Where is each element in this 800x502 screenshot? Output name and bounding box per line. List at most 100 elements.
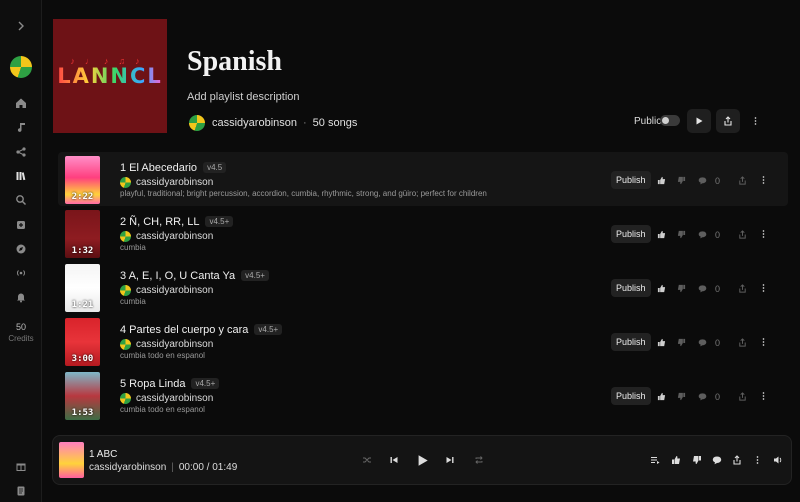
song-row[interactable]: 1:53 5 Ropa Linda v4.5+ cassidyarobinson cum… (58, 368, 788, 422)
share-icon[interactable] (736, 174, 748, 186)
now-playing-meta: cassidyarobinson | 00:00 / 01:49 (89, 462, 237, 473)
search-icon[interactable] (0, 189, 42, 211)
notifications-bell-icon[interactable] (0, 286, 42, 308)
more-options-icon[interactable] (748, 114, 762, 128)
owner-avatar[interactable] (189, 115, 205, 131)
song-title-line: 4 Partes del cuerpo y cara v4.5+ (120, 324, 283, 336)
page-title[interactable]: Spanish (187, 46, 282, 78)
like-icon[interactable] (655, 390, 667, 402)
song-thumbnail[interactable]: 1:32 (65, 210, 100, 258)
publish-button[interactable]: Publish (611, 333, 651, 351)
more-options-icon[interactable] (757, 228, 769, 240)
song-artist[interactable]: cassidyarobinson (136, 339, 213, 350)
song-artist[interactable]: cassidyarobinson (136, 177, 213, 188)
song-thumbnail[interactable]: 1:53 (65, 372, 100, 420)
expand-sidebar-icon[interactable] (0, 15, 42, 37)
version-badge: v4.5+ (254, 324, 283, 335)
now-playing-thumbnail[interactable] (59, 442, 84, 478)
share-icon[interactable] (736, 390, 748, 402)
artist-avatar[interactable] (120, 285, 131, 296)
owner-name[interactable]: cassidyarobinson (212, 117, 297, 129)
total-time: 01:49 (212, 462, 238, 473)
artist-avatar[interactable] (120, 339, 131, 350)
public-label: Public (634, 116, 662, 127)
play-icon (696, 117, 703, 125)
song-thumbnail[interactable]: 2:22 (65, 156, 100, 204)
publish-button[interactable]: Publish (611, 225, 651, 243)
radio-broadcast-icon[interactable] (0, 262, 42, 284)
music-note-icon[interactable] (0, 116, 42, 138)
dislike-icon[interactable] (675, 174, 687, 186)
comment-icon[interactable] (696, 174, 708, 186)
now-playing-title[interactable]: 1 ABC (89, 449, 117, 460)
artist-avatar[interactable] (120, 393, 131, 404)
more-options-icon[interactable] (757, 390, 769, 402)
like-icon[interactable] (655, 228, 667, 240)
song-row[interactable]: 1:21 3 A, E, I, O, U Canta Ya v4.5+ cassidy… (58, 260, 788, 314)
comment-icon[interactable] (696, 282, 708, 294)
dislike-icon[interactable] (675, 336, 687, 348)
publish-button[interactable]: Publish (611, 279, 651, 297)
home-icon[interactable] (0, 92, 42, 114)
artist-avatar[interactable] (120, 231, 131, 242)
more-options-icon[interactable] (757, 174, 769, 186)
song-title[interactable]: 3 A, E, I, O, U Canta Ya (120, 270, 235, 282)
like-icon[interactable] (655, 282, 667, 294)
dislike-icon[interactable] (675, 228, 687, 240)
song-artist[interactable]: cassidyarobinson (136, 393, 213, 404)
previous-track-icon[interactable] (387, 453, 401, 467)
publish-button[interactable]: Publish (611, 387, 651, 405)
play-playlist-button[interactable] (687, 109, 711, 133)
share-icon[interactable] (736, 282, 748, 294)
song-thumbnail[interactable]: 1:21 (65, 264, 100, 312)
next-track-icon[interactable] (443, 453, 457, 467)
more-options-icon[interactable] (750, 453, 764, 467)
song-title[interactable]: 4 Partes del cuerpo y cara (120, 324, 248, 336)
share-icon[interactable] (736, 336, 748, 348)
more-options-icon[interactable] (757, 282, 769, 294)
gift-icon[interactable] (0, 455, 42, 477)
publish-button[interactable]: Publish (611, 171, 651, 189)
song-artist[interactable]: cassidyarobinson (136, 285, 213, 296)
like-icon[interactable] (669, 453, 683, 467)
song-title[interactable]: 1 El Abecedario (120, 162, 197, 174)
document-icon[interactable] (0, 480, 42, 502)
share-icon[interactable] (736, 228, 748, 240)
comment-icon[interactable] (696, 228, 708, 240)
like-icon[interactable] (655, 174, 667, 186)
like-icon[interactable] (655, 336, 667, 348)
queue-icon[interactable] (648, 453, 662, 467)
comment-icon[interactable] (710, 453, 724, 467)
comment-icon[interactable] (696, 336, 708, 348)
repeat-icon[interactable] (472, 453, 486, 467)
dislike-icon[interactable] (690, 453, 704, 467)
public-toggle[interactable] (660, 115, 680, 126)
comment-icon[interactable] (696, 390, 708, 402)
avatar[interactable] (10, 56, 32, 78)
create-icon[interactable] (0, 214, 42, 236)
song-count: 50 songs (312, 117, 358, 129)
explore-compass-icon[interactable] (0, 238, 42, 260)
library-icon[interactable] (0, 165, 42, 187)
now-playing-artist[interactable]: cassidyarobinson (89, 462, 166, 473)
song-row[interactable]: 2:22 1 El Abecedario v4.5 cassidyarobinson p… (58, 152, 788, 206)
shuffle-icon[interactable] (360, 453, 374, 467)
play-icon[interactable] (415, 453, 429, 467)
song-row[interactable]: 3:00 4 Partes del cuerpo y cara v4.5+ cassi… (58, 314, 788, 368)
share-icon[interactable] (730, 453, 744, 467)
song-thumbnail[interactable]: 3:00 (65, 318, 100, 366)
share-playlist-button[interactable] (716, 109, 740, 133)
song-tags: cumbia todo en espanol (120, 351, 205, 360)
song-row[interactable]: 1:32 2 Ñ, CH, RR, LL v4.5+ cassidyarobinson… (58, 206, 788, 260)
dislike-icon[interactable] (675, 390, 687, 402)
song-artist[interactable]: cassidyarobinson (136, 231, 213, 242)
cover-text: LANNCL (57, 64, 163, 88)
volume-icon[interactable] (771, 453, 785, 467)
share-nodes-icon[interactable] (0, 141, 42, 163)
dislike-icon[interactable] (675, 282, 687, 294)
playlist-description[interactable]: Add playlist description (187, 91, 300, 103)
song-title[interactable]: 5 Ropa Linda (120, 378, 185, 390)
song-title[interactable]: 2 Ñ, CH, RR, LL (120, 216, 199, 228)
artist-avatar[interactable] (120, 177, 131, 188)
more-options-icon[interactable] (757, 336, 769, 348)
